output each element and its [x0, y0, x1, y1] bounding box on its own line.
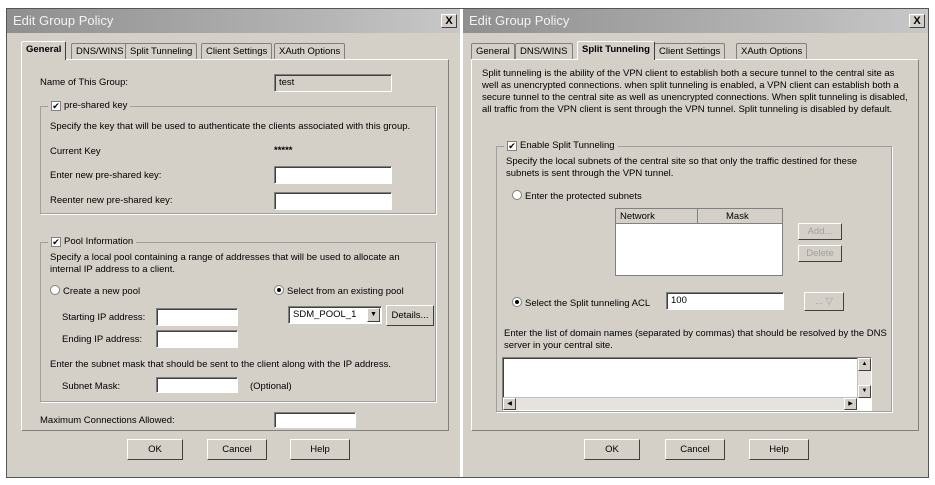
- max-connections-label: Maximum Connections Allowed:: [40, 415, 175, 426]
- pool-information-checkbox[interactable]: ✔ Pool Information: [48, 236, 137, 247]
- subnet-mask-label: Subnet Mask:: [62, 381, 121, 392]
- ok-button[interactable]: OK: [584, 439, 640, 460]
- help-button[interactable]: Help: [290, 439, 350, 460]
- pool-select[interactable]: SDM_POOL_1 ▼: [288, 306, 382, 324]
- title-bar[interactable]: Edit Group Policy X: [7, 9, 460, 33]
- help-button[interactable]: Help: [749, 439, 809, 460]
- tab-client-settings[interactable]: Client Settings: [201, 43, 273, 59]
- pre-shared-key-label: pre-shared key: [64, 100, 128, 111]
- protected-subnets-radio[interactable]: Enter the protected subnets: [512, 190, 642, 202]
- tab-client-settings[interactable]: Client Settings: [654, 43, 726, 59]
- pool-select-value: SDM_POOL_1: [293, 309, 357, 320]
- edit-group-policy-dialog-split: Edit Group Policy X General DNS/WINS Spl…: [463, 9, 928, 477]
- domain-names-textarea[interactable]: ▲ ▼ ◀ ▶: [502, 357, 872, 411]
- radio-off-icon: [512, 190, 522, 200]
- add-button[interactable]: Add...: [798, 223, 842, 240]
- scroll-right-icon[interactable]: ▶: [844, 398, 857, 410]
- edit-group-policy-dialog-general: Edit Group Policy X General DNS/WINS Spl…: [7, 9, 460, 477]
- group-name-field: test: [274, 74, 392, 92]
- split-tunneling-panel: Split tunneling is the ability of the VP…: [471, 59, 919, 431]
- subnets-description: Specify the local subnets of the central…: [506, 156, 857, 179]
- current-key-label: Current Key: [50, 146, 101, 157]
- domains-description: Enter the list of domain names (separate…: [504, 328, 887, 351]
- protected-subnets-label: Enter the protected subnets: [525, 191, 642, 202]
- optional-label: (Optional): [250, 381, 292, 392]
- scroll-down-icon[interactable]: ▼: [858, 385, 871, 398]
- ok-button[interactable]: OK: [127, 439, 183, 460]
- pool-description: Specify a local pool containing a range …: [50, 252, 400, 275]
- max-connections-input[interactable]: [274, 412, 356, 428]
- end-ip-label: Ending IP address:: [62, 334, 143, 345]
- details-button[interactable]: Details...: [386, 305, 434, 326]
- checkbox-checked-icon: ✔: [51, 237, 61, 247]
- scroll-up-icon[interactable]: ▲: [858, 358, 871, 371]
- pre-shared-key-checkbox[interactable]: ✔ pre-shared key: [48, 100, 131, 111]
- psk-description: Specify the key that will be used to aut…: [50, 121, 411, 132]
- close-button[interactable]: X: [441, 14, 457, 28]
- split-acl-radio[interactable]: Select the Split tunneling ACL: [512, 297, 650, 309]
- radio-on-icon: [512, 297, 522, 307]
- chevron-down-icon: ▽: [825, 296, 833, 307]
- mask-column-header[interactable]: Mask: [698, 209, 782, 224]
- dialog-title: Edit Group Policy: [13, 13, 114, 28]
- pool-information-label: Pool Information: [64, 236, 134, 247]
- tab-general[interactable]: General: [471, 43, 515, 59]
- select-pool-label: Select from an existing pool: [287, 286, 404, 297]
- network-column-header[interactable]: Network: [616, 209, 698, 224]
- create-pool-label: Create a new pool: [63, 286, 141, 297]
- chevron-down-icon[interactable]: ▼: [367, 308, 380, 322]
- reenter-key-input[interactable]: [274, 192, 392, 210]
- new-key-label: Enter new pre-shared key:: [50, 170, 162, 181]
- enable-split-tunneling-checkbox[interactable]: ✔ Enable Split Tunneling: [504, 140, 618, 151]
- acl-browse-button[interactable]: ... ▽: [804, 292, 844, 311]
- tab-split-tunneling[interactable]: Split Tunneling: [577, 41, 655, 60]
- group-name-label: Name of This Group:: [40, 77, 129, 88]
- select-pool-radio[interactable]: Select from an existing pool: [274, 285, 404, 297]
- radio-off-icon: [50, 285, 60, 295]
- subnet-description: Enter the subnet mask that should be sen…: [50, 359, 391, 370]
- start-ip-label: Starting IP address:: [62, 312, 146, 323]
- create-pool-radio[interactable]: Create a new pool: [50, 285, 140, 297]
- end-ip-input[interactable]: [156, 330, 238, 348]
- reenter-key-label: Reenter new pre-shared key:: [50, 195, 173, 206]
- checkbox-checked-icon: ✔: [51, 101, 61, 111]
- acl-input[interactable]: 100: [666, 292, 784, 310]
- start-ip-input[interactable]: [156, 308, 238, 326]
- screenshot-frame: Edit Group Policy X General DNS/WINS Spl…: [6, 8, 929, 478]
- general-panel: Name of This Group: test ✔ pre-shared key…: [21, 59, 449, 431]
- tab-dns-wins[interactable]: DNS/WINS: [515, 43, 573, 59]
- tab-xauth-options[interactable]: XAuth Options: [736, 43, 808, 59]
- delete-button[interactable]: Delete: [798, 245, 842, 262]
- close-button[interactable]: X: [909, 14, 925, 28]
- tab-xauth-options[interactable]: XAuth Options: [274, 43, 346, 59]
- dialog-title: Edit Group Policy: [469, 13, 570, 28]
- enable-split-tunneling-label: Enable Split Tunneling: [520, 140, 615, 151]
- radio-on-icon: [274, 285, 284, 295]
- subnets-table[interactable]: Network Mask: [615, 208, 783, 276]
- horizontal-scrollbar[interactable]: ◀ ▶: [503, 397, 857, 410]
- acl-browse-label: ...: [815, 296, 823, 307]
- checkbox-checked-icon: ✔: [507, 141, 517, 151]
- current-key-value: *****: [274, 145, 293, 156]
- split-acl-label: Select the Split tunneling ACL: [525, 298, 651, 309]
- scroll-left-icon[interactable]: ◀: [503, 398, 516, 410]
- subnet-mask-input[interactable]: [156, 377, 238, 393]
- tab-dns-wins[interactable]: DNS/WINS: [71, 43, 129, 59]
- vertical-scrollbar[interactable]: ▲ ▼: [857, 358, 871, 398]
- new-key-input[interactable]: [274, 166, 392, 184]
- cancel-button[interactable]: Cancel: [665, 439, 725, 460]
- title-bar[interactable]: Edit Group Policy X: [463, 9, 928, 33]
- cancel-button[interactable]: Cancel: [207, 439, 267, 460]
- split-intro-text: Split tunneling is the ability of the VP…: [482, 68, 908, 115]
- tab-split-tunneling[interactable]: Split Tunneling: [125, 43, 198, 59]
- tab-general[interactable]: General: [21, 41, 67, 60]
